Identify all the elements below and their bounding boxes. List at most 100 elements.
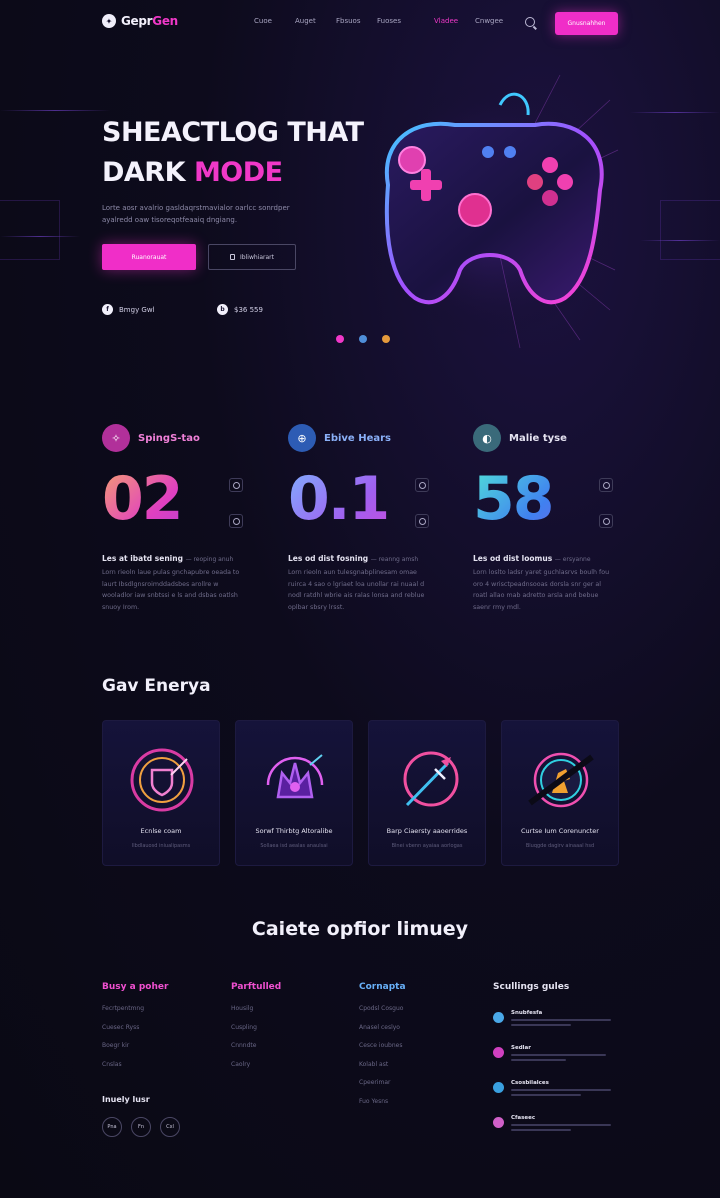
news-item[interactable]: Sedlar <box>493 1045 611 1080</box>
news-icon <box>493 1082 504 1093</box>
footer-column-title: Cornapta <box>359 982 406 992</box>
logo-icon: ✦ <box>102 14 116 28</box>
footer-column: Cornapta Cpodsl Cosguo Anasel ceslyo Ces… <box>359 982 406 1116</box>
section-title: Gav Enerya <box>102 676 211 696</box>
news-icon <box>493 1047 504 1058</box>
deco-line <box>630 112 720 113</box>
footer-link[interactable]: Cpeerimar <box>359 1079 406 1098</box>
footer-link[interactable]: Cuesec Ryss <box>102 1024 168 1043</box>
nav-link[interactable]: Fbsuos <box>336 17 377 25</box>
stat-body: Lorn rieoln aun tulesgnabplinesam omae r… <box>288 569 425 611</box>
stat-lead: Les od dist loomus — ersyanne <box>473 554 591 563</box>
stat-title: Malie tyse <box>509 432 567 444</box>
energy-card[interactable]: Sorwf Thirbtg Altoralibe Sollaea isd aea… <box>235 720 353 866</box>
nav-cta-button[interactable]: Gnusnahhen <box>555 12 618 35</box>
footer-link[interactable]: Cpodsl Cosguo <box>359 1005 406 1024</box>
logo-text: GeprGen <box>121 14 178 28</box>
footer-link[interactable]: Cnnndte <box>231 1042 281 1061</box>
hero-title: SHEACTLOG THAT DARK MODE <box>102 113 364 193</box>
energy-card[interactable]: Ecnlse coam Ilbdlauosd iniualipasms <box>102 720 220 866</box>
nav-link[interactable]: Fuoses <box>377 17 418 25</box>
footer-column: Parftulled Housilg Cuspling Cnnndte Caol… <box>231 982 281 1079</box>
footer-link[interactable]: Anasel ceslyo <box>359 1024 406 1043</box>
stat-body: Lorn rieoln laue pulas gnchapubre oeada … <box>102 569 240 611</box>
news-item[interactable]: Snubfesfa <box>493 1010 611 1045</box>
card-subtitle: Sollaea isd aealas anaulsai <box>260 843 328 849</box>
footer-link[interactable]: Fecrtpentmng <box>102 1005 168 1024</box>
stat-toggle-icon[interactable] <box>599 514 613 528</box>
deco-line <box>0 110 110 111</box>
stat-toggle-icon[interactable] <box>415 478 429 492</box>
social-icon[interactable]: Cxl <box>160 1117 180 1137</box>
hero-title-line2: DARK MODE <box>102 157 283 188</box>
stat-toggle-icon[interactable] <box>229 478 243 492</box>
news-text: Snubfesfa <box>511 1010 611 1026</box>
footer-link[interactable]: Fuo Yesns <box>359 1098 406 1117</box>
news-item[interactable]: Cfaseec <box>493 1115 611 1150</box>
footer-link[interactable]: Cesce ioubnes <box>359 1042 406 1061</box>
news-icon <box>493 1012 504 1023</box>
news-label: Cfaseec <box>511 1115 536 1121</box>
sparkle-icon: ✧ <box>102 424 130 452</box>
stat-header: ✧ SpingS-tao <box>102 424 252 452</box>
card-title: Barp Ciaersty aaoerrides <box>386 827 468 835</box>
footer-link[interactable]: Boegr kir <box>102 1042 168 1061</box>
moon-icon: ◐ <box>473 424 501 452</box>
news-text-line <box>511 1059 566 1061</box>
meta-icon: f <box>102 304 113 315</box>
card-subtitle: Ilbdlauosd iniualipasms <box>131 843 191 849</box>
meta-label: Bmgy Gwl <box>119 305 155 314</box>
hero-subtitle: Lorte aosr avalrio gasldaqrstmavialor oa… <box>102 204 290 224</box>
stat-body: Lorn loslto ladsr yaret guchlasrvs boulh… <box>473 569 610 611</box>
hero-primary-button[interactable]: Ruanorauat <box>102 244 196 270</box>
nav-link-active[interactable]: Vladee <box>434 17 475 25</box>
card-title: Curtse Ium Corenuncter <box>521 827 599 835</box>
stat-toggle-icon[interactable] <box>415 514 429 528</box>
news-label: Csosbilalces <box>511 1080 549 1086</box>
stat-toggle-icon[interactable] <box>229 514 243 528</box>
top-nav: ✦ GeprGen Cuoe Auget Fbsuos Fuoses Vlade… <box>0 0 720 46</box>
search-icon[interactable] <box>525 17 535 27</box>
social-links: Pna Fn Cxl <box>102 1117 180 1137</box>
card-subtitle: Blnei vbenn ayaiaa aorlogas <box>391 843 463 849</box>
footer-link[interactable]: Housilg <box>231 1005 281 1024</box>
nav-link[interactable]: Cnwgee <box>475 17 516 25</box>
crown-icon <box>266 754 324 799</box>
deco-hex <box>0 200 60 260</box>
energy-card[interactable]: Barp Ciaersty aaoerrides Blnei vbenn aya… <box>368 720 486 866</box>
shield-icon <box>130 748 194 812</box>
hero-title-line1: SHEACTLOG THAT <box>102 117 364 148</box>
stat-lead: Les at ibatd sening — reoping anuh <box>102 554 234 563</box>
logo[interactable]: ✦ GeprGen <box>102 14 178 28</box>
footer-link[interactable]: Kolabl ast <box>359 1061 406 1080</box>
news-text-line <box>511 1094 581 1096</box>
footer-link[interactable]: Caolry <box>231 1061 281 1080</box>
globe-icon: ⊕ <box>288 424 316 452</box>
social-icon[interactable]: Pna <box>102 1117 122 1137</box>
stat-toggle-icon[interactable] <box>599 478 613 492</box>
news-column: Scullings gules Snubfesfa Sedlar Csosbil… <box>493 982 611 1150</box>
meta-icon: b <box>217 304 228 315</box>
stat-lead: Les od dist fosning — reanng amsh <box>288 554 419 563</box>
footer-column-title: Scullings gules <box>493 982 570 992</box>
card-title: Sorwf Thirbtg Altoralibe <box>255 827 333 835</box>
stat-title: Ebive Hears <box>324 432 391 444</box>
news-item[interactable]: Csosbilalces <box>493 1080 611 1115</box>
footer-heading: Caiete opfior limuey <box>251 918 469 940</box>
news-text: Sedlar <box>511 1045 606 1061</box>
news-text-line <box>511 1089 611 1091</box>
hero-secondary-button[interactable]: Ibliwhiarart <box>208 244 296 270</box>
hero-secondary-label: Ibliwhiarart <box>240 253 274 261</box>
footer-column-title: Parftulled <box>231 982 282 992</box>
energy-card[interactable]: Curtse Ium Corenuncter Bluqgde dagirv ai… <box>501 720 619 866</box>
hero-meta: f Bmgy Gwl <box>102 304 155 315</box>
carousel-dot[interactable] <box>336 335 344 343</box>
footer-link[interactable]: Cnslas <box>102 1061 168 1080</box>
news-text-line <box>511 1019 611 1021</box>
social-icon[interactable]: Fn <box>131 1117 151 1137</box>
footer-column-title: Busy a poher <box>102 982 169 992</box>
footer-link[interactable]: Cuspling <box>231 1024 281 1043</box>
nav-link[interactable]: Auget <box>295 17 336 25</box>
nav-link[interactable]: Cuoe <box>254 17 295 25</box>
news-label: Sedlar <box>511 1045 531 1051</box>
